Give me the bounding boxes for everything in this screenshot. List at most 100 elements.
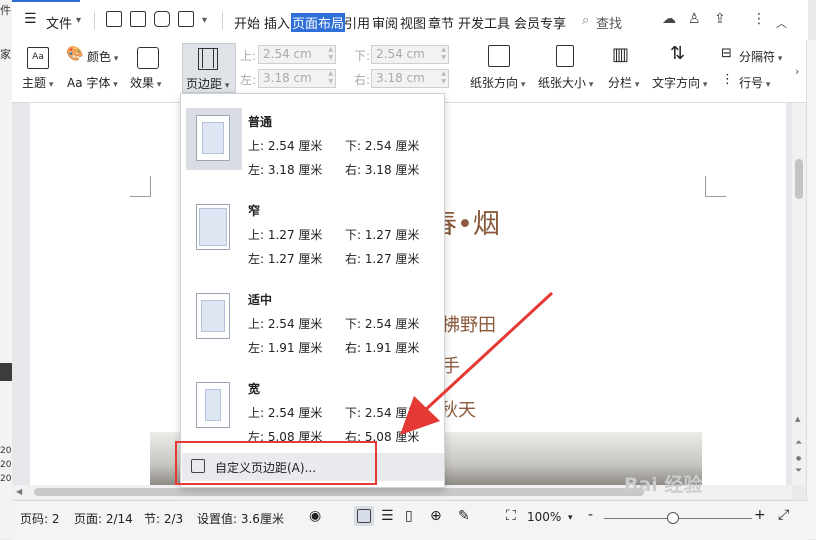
status-setting-value[interactable]: 设置值: 3.6厘米: [197, 510, 284, 527]
tab-references[interactable]: 引用: [344, 13, 370, 32]
share-user-icon[interactable]: ♙: [688, 11, 701, 27]
preset-wide-icon: [196, 382, 230, 428]
tab-chapter[interactable]: 章节: [428, 13, 454, 32]
select-browse-object-icon[interactable]: ●: [796, 455, 801, 462]
theme-button[interactable]: 主题: [22, 74, 53, 91]
status-section[interactable]: 节: 2/3: [144, 510, 183, 527]
columns-button[interactable]: 分栏: [608, 74, 639, 91]
zoom-in-button[interactable]: +: [754, 507, 766, 523]
horizontal-scroll-thumb[interactable]: [34, 488, 644, 496]
preset-name: 宽: [248, 382, 261, 396]
orientation-button[interactable]: 纸张方向: [470, 74, 525, 91]
preset-top: 上: 2.54 厘米: [248, 406, 323, 420]
tab-member[interactable]: 会员专享: [514, 13, 566, 32]
margins-button[interactable]: 页边距: [182, 43, 236, 93]
reading-view-icon[interactable]: ▯: [405, 508, 413, 524]
outline-view-icon[interactable]: ☰: [381, 508, 394, 524]
web-view-icon[interactable]: ⊕: [430, 508, 442, 524]
orientation-icon[interactable]: [488, 45, 510, 67]
hamburger-menu-icon[interactable]: ☰: [24, 11, 37, 27]
export-pdf-icon[interactable]: [130, 11, 146, 27]
scroll-left-icon[interactable]: ◀: [16, 487, 22, 496]
margins-icon: [198, 48, 218, 70]
more-options-icon[interactable]: ⋮: [752, 11, 766, 27]
share-icon[interactable]: ⇪: [714, 11, 726, 27]
preset-normal-icon: [196, 115, 230, 161]
spinner-arrows-icon[interactable]: ▲ ▼: [441, 70, 446, 86]
left-margin-input[interactable]: 3.18 cm ▲ ▼: [258, 69, 336, 88]
next-page-icon[interactable]: ⏷: [795, 467, 802, 476]
preset-top: 上: 1.27 厘米: [248, 228, 323, 242]
search-icon[interactable]: ⌕: [582, 13, 589, 28]
pen-icon[interactable]: ✎: [458, 508, 470, 524]
preset-name: 普通: [248, 115, 273, 129]
paper-size-button[interactable]: 纸张大小: [538, 74, 593, 91]
zoom-out-button[interactable]: -: [588, 507, 593, 523]
breaks-button[interactable]: 分隔符: [739, 48, 782, 65]
page-view-icon[interactable]: [357, 509, 371, 523]
color-button[interactable]: 颜色: [87, 48, 118, 65]
zoom-slider-thumb[interactable]: [667, 512, 679, 524]
left-margin-value: 3.18 cm: [263, 71, 312, 85]
arrow-shaft: [420, 291, 554, 415]
status-page-count[interactable]: 页面: 2/14: [74, 510, 133, 527]
spinner-arrows-icon[interactable]: ▲ ▼: [328, 46, 333, 62]
eye-protection-icon[interactable]: ◉: [309, 508, 321, 524]
font-button[interactable]: Aa 字体: [67, 74, 118, 91]
tab-view[interactable]: 视图: [400, 13, 426, 32]
line-numbers-button[interactable]: 行号: [739, 74, 770, 91]
spinner-arrows-icon[interactable]: ▲ ▼: [328, 70, 333, 86]
preset-name: 适中: [248, 293, 273, 307]
fullscreen-icon[interactable]: ⤢: [778, 507, 789, 523]
effect-button[interactable]: 效果: [130, 74, 161, 91]
columns-icon[interactable]: ▥: [612, 46, 629, 64]
preset-top: 上: 2.54 厘米: [248, 139, 323, 153]
print-icon[interactable]: [154, 11, 170, 27]
left-strip-dark-block: [0, 363, 12, 381]
tab-insert[interactable]: 插入: [264, 13, 290, 32]
tab-home[interactable]: 开始: [234, 13, 260, 32]
ribbon-scroll-right-icon[interactable]: ›: [795, 65, 799, 78]
top-margin-input[interactable]: 2.54 cm ▲ ▼: [258, 45, 336, 64]
effect-icon[interactable]: [137, 47, 159, 69]
vertical-scroll-thumb[interactable]: [795, 159, 803, 199]
margin-corner-mark: [130, 176, 151, 197]
collapse-ribbon-icon[interactable]: ︿: [776, 15, 787, 31]
text-direction-icon[interactable]: ⇅: [670, 44, 685, 64]
baidu-jingyan-watermark: Bai 经验: [624, 474, 703, 496]
scroll-up-icon[interactable]: ▲: [795, 415, 800, 423]
margin-corner-mark: [705, 176, 726, 197]
tab-developer[interactable]: 开发工具: [458, 13, 510, 32]
previous-page-icon[interactable]: ⏶: [795, 439, 802, 448]
preset-left: 左: 1.91 厘米: [248, 341, 323, 355]
paper-size-icon[interactable]: [556, 45, 574, 67]
status-page-number[interactable]: 页码: 2: [20, 510, 60, 527]
save-icon[interactable]: [106, 11, 122, 27]
preset-name: 窄: [248, 204, 261, 218]
margin-preset-normal[interactable]: 普通 上: 2.54 厘米 下: 2.54 厘米 左: 3.18 厘米 右: 3…: [181, 100, 444, 188]
tab-page-layout[interactable]: 页面布局: [291, 13, 346, 32]
margin-preset-narrow[interactable]: 窄 上: 1.27 厘米 下: 1.27 厘米 左: 1.27 厘米 右: 1.…: [181, 189, 444, 277]
file-menu-chevron-down-icon[interactable]: ▾: [76, 15, 81, 26]
spinner-arrows-icon[interactable]: ▲ ▼: [441, 46, 446, 62]
theme-icon[interactable]: Aa: [27, 47, 49, 69]
right-margin-label: 右:: [354, 73, 371, 87]
cloud-sync-icon[interactable]: ☁: [662, 11, 676, 27]
print-preview-icon[interactable]: [178, 11, 194, 27]
text-direction-button[interactable]: 文字方向: [652, 74, 707, 91]
file-menu[interactable]: 文件: [46, 13, 72, 32]
fit-page-icon[interactable]: ⛶: [506, 508, 516, 524]
vertical-scrollbar[interactable]: ▲ ⏶ ● ⏷: [792, 103, 806, 485]
right-margin-value: 3.18 cm: [376, 71, 425, 85]
search-box[interactable]: 查找: [596, 13, 622, 32]
zoom-dropdown-chevron-icon[interactable]: ▾: [568, 513, 573, 523]
color-palette-icon[interactable]: 🎨: [66, 46, 83, 62]
right-margin-input[interactable]: 3.18 cm ▲ ▼: [371, 69, 449, 88]
tab-review[interactable]: 审阅: [372, 13, 398, 32]
left-strip-mid-glyph: 家: [0, 48, 11, 61]
bottom-margin-input[interactable]: 2.54 cm ▲ ▼: [371, 45, 449, 64]
bottom-margin-label: 下:: [354, 49, 371, 63]
zoom-level[interactable]: 100%: [527, 510, 561, 524]
quick-access-chevron-down-icon[interactable]: ▾: [202, 15, 207, 26]
breaks-icon: ⊟: [721, 46, 732, 61]
